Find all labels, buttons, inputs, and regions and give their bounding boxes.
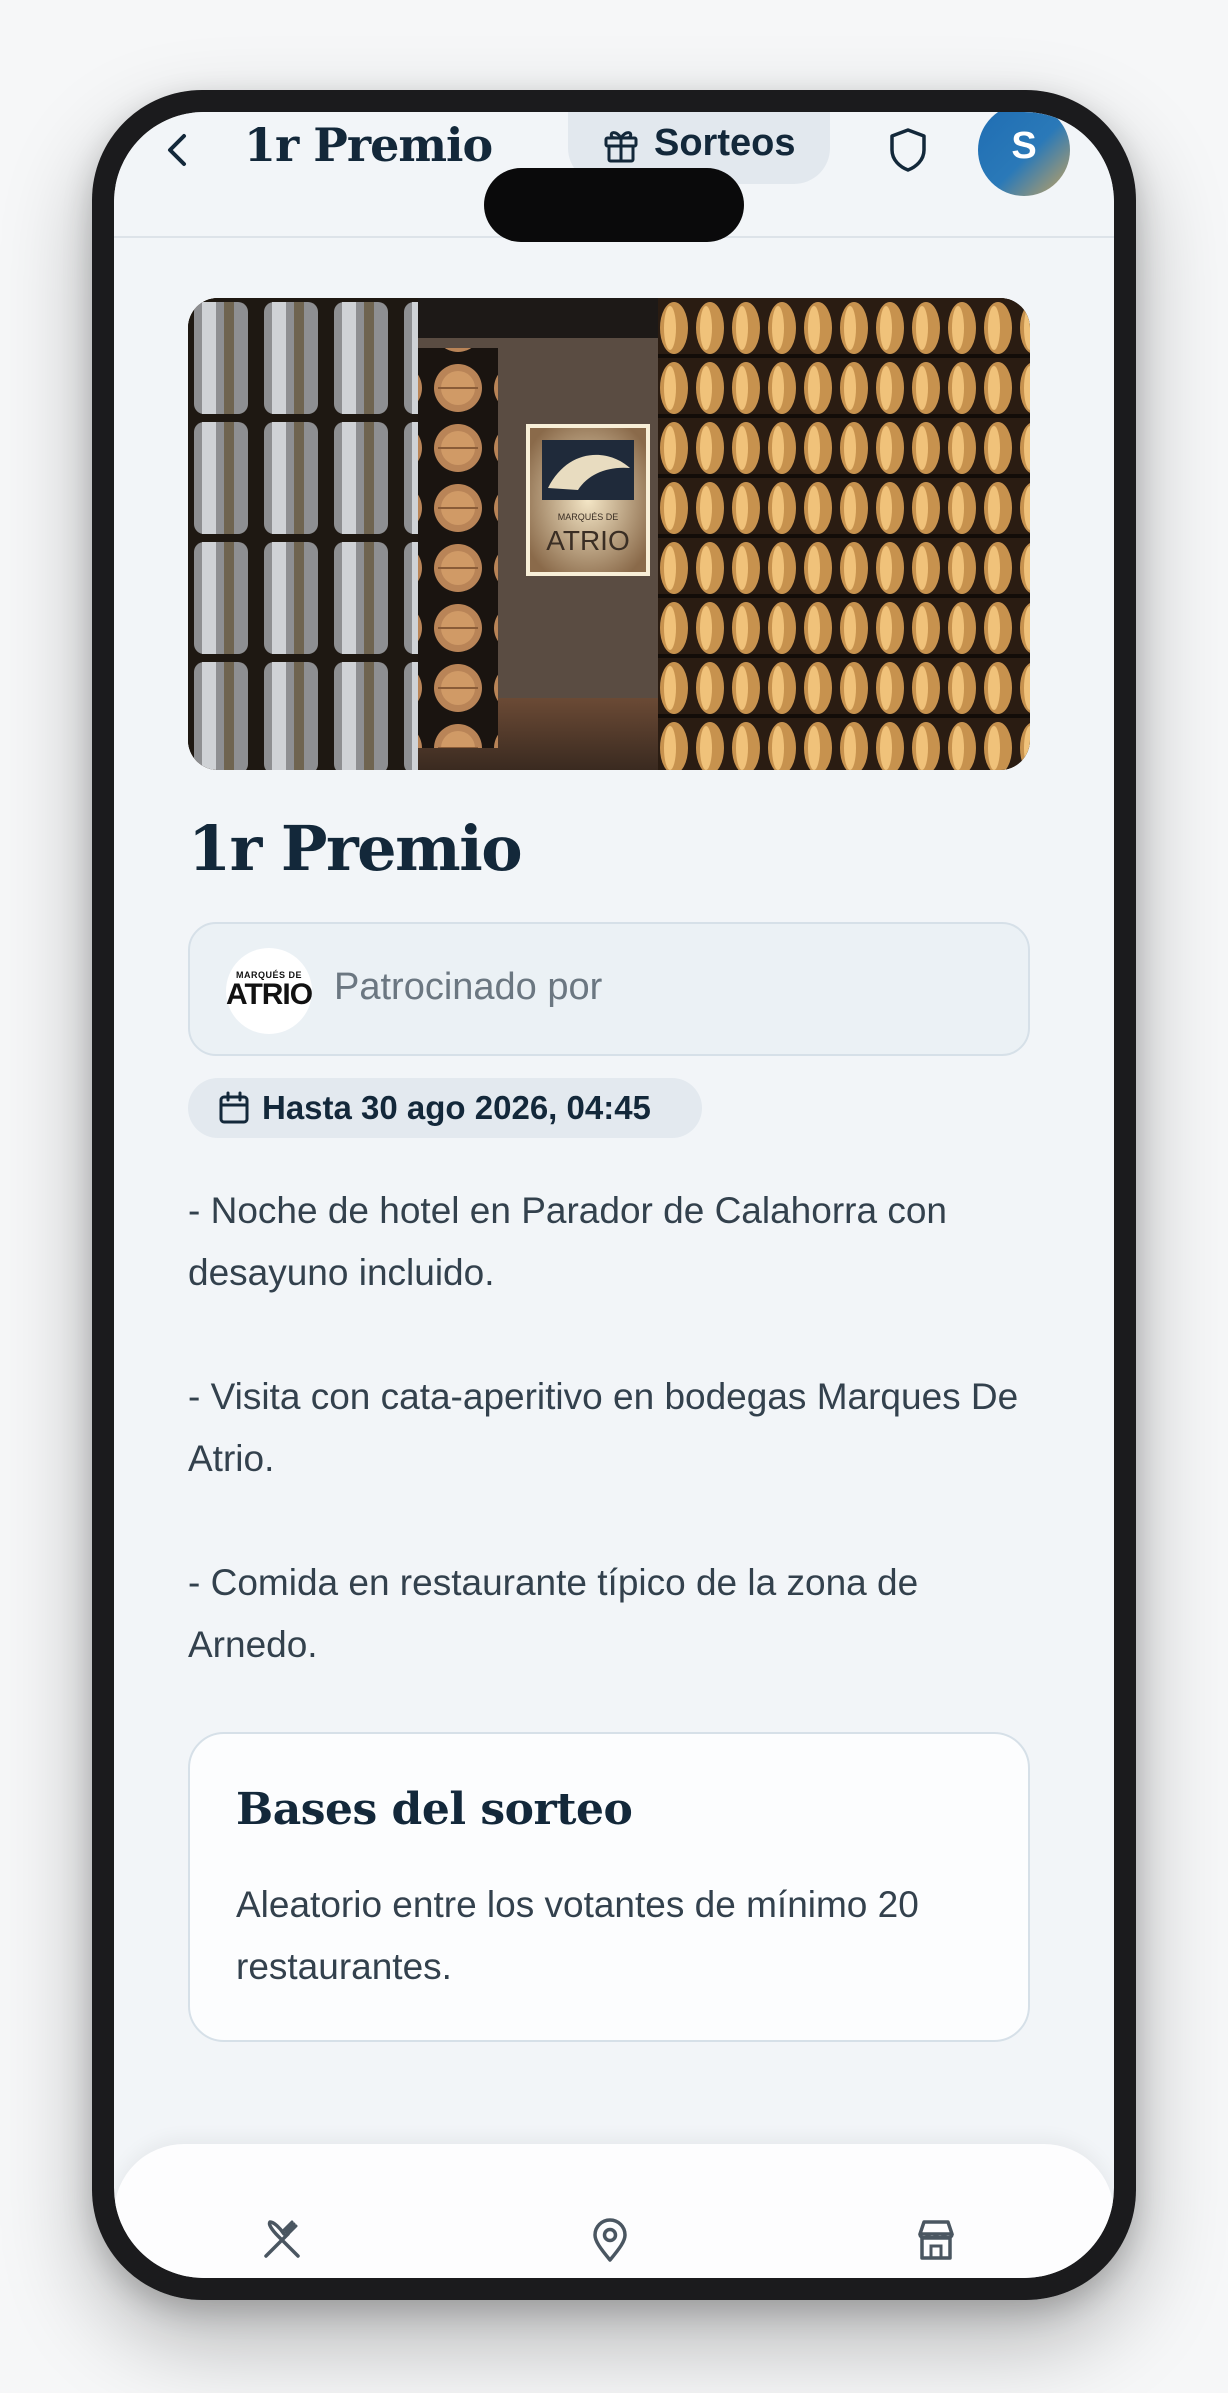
deadline-text: Hasta 30 ago 2026, 04:45	[262, 1089, 651, 1126]
sorteos-label: Sorteos	[654, 122, 796, 164]
sponsor-label: Patrocinado por	[334, 966, 603, 1008]
sign-small-text: MARQUÉS DE	[558, 512, 619, 522]
sponsor-logo-brand: ATRIO	[226, 978, 313, 1011]
phone-frame: 1r Premio Sorteos S MARQUÉS DE ATRIO 1r …	[92, 90, 1136, 2300]
map-pin-icon[interactable]	[586, 2216, 634, 2264]
deadline-badge: Hasta 30 ago 2026, 04:45	[188, 1078, 702, 1138]
user-avatar[interactable]: S	[978, 112, 1070, 196]
description-line: - Comida en restaurante típico de la zon…	[188, 1562, 919, 1665]
sign-brand-text: ATRIO	[546, 525, 629, 556]
bottom-navigation	[114, 2144, 1114, 2278]
rules-title: Bases del sorteo	[236, 1784, 633, 1835]
app-screen: 1r Premio Sorteos S MARQUÉS DE ATRIO 1r …	[114, 112, 1114, 2278]
description-line: - Noche de hotel en Parador de Calahorra…	[188, 1190, 947, 1293]
rules-card: Bases del sorteo Aleatorio entre los vot…	[188, 1732, 1030, 2042]
restaurants-icon[interactable]	[258, 2216, 306, 2264]
gift-icon	[604, 131, 638, 163]
store-icon[interactable]	[912, 2216, 960, 2264]
rules-text: Aleatorio entre los votantes de mínimo 2…	[236, 1884, 919, 1987]
page-title: 1r Premio	[188, 812, 523, 885]
back-arrow-icon[interactable]	[154, 126, 202, 174]
description-line: - Visita con cata-aperitivo en bodegas M…	[188, 1376, 1019, 1479]
shield-icon[interactable]	[886, 126, 930, 174]
dynamic-island	[484, 168, 744, 242]
prize-description: - Noche de hotel en Parador de Calahorra…	[188, 1180, 1030, 1676]
calendar-icon	[219, 1091, 249, 1124]
prize-image: MARQUÉS DE ATRIO	[188, 298, 1030, 770]
header-title: 1r Premio	[244, 118, 493, 172]
sponsor-card[interactable]: MARQUÉS DE ATRIO Patrocinado por	[188, 922, 1030, 1056]
cellar-photo: MARQUÉS DE ATRIO	[188, 298, 1030, 770]
sponsor-logo: MARQUÉS DE ATRIO	[226, 948, 313, 1034]
